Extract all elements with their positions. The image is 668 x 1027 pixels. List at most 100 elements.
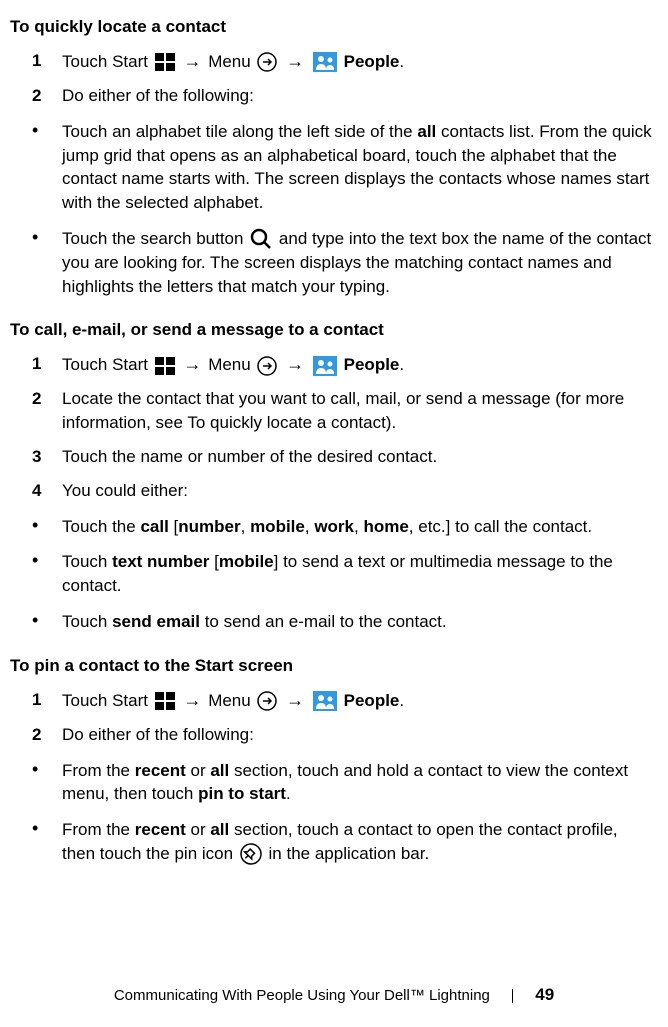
bullet-marker: • xyxy=(32,550,62,598)
bullet-content: From the recent or all section, touch a … xyxy=(62,818,653,866)
start-icon xyxy=(155,357,175,375)
footer-title: Communicating With People Using Your Del… xyxy=(114,987,490,1004)
step-2-4: 4 You could either: xyxy=(32,479,653,503)
text-period: . xyxy=(399,691,404,710)
step-number: 4 xyxy=(32,479,62,503)
bullet-content: From the recent or all section, touch an… xyxy=(62,759,653,807)
text: Touch Start xyxy=(62,355,153,374)
text-recent: recent xyxy=(135,820,186,839)
arrow-icon: → xyxy=(183,688,201,713)
step-3-2: 2 Do either of the following: xyxy=(32,723,653,747)
section-heading-pin: To pin a contact to the Start screen xyxy=(10,654,653,678)
text-all: all xyxy=(417,122,436,141)
step-content: Do either of the following: xyxy=(62,723,653,747)
text: Touch the xyxy=(62,517,140,536)
bullet-marker: • xyxy=(32,610,62,634)
text-pin-to-start: pin to start xyxy=(198,784,286,803)
bullet-content: Touch send email to send an e-mail to th… xyxy=(62,610,653,634)
bullet-content: Touch text number [mobile] to send a tex… xyxy=(62,550,653,598)
step-content: You could either: xyxy=(62,479,653,503)
step-2-1: 1 Touch Start → Menu → People. xyxy=(32,352,653,377)
bullet-content: Touch the search button and type into th… xyxy=(62,227,653,298)
text-call: call xyxy=(140,517,168,536)
text-number: number xyxy=(178,517,240,536)
bullet-content: Touch an alphabet tile along the left si… xyxy=(62,120,653,215)
bullet-item: • Touch an alphabet tile along the left … xyxy=(32,120,653,215)
step-content: Touch the name or number of the desired … xyxy=(62,445,653,469)
step-3-1: 1 Touch Start → Menu → People. xyxy=(32,688,653,713)
step-2-3: 3 Touch the name or number of the desire… xyxy=(32,445,653,469)
text: Menu xyxy=(208,52,255,71)
footer-divider xyxy=(512,989,513,1003)
text-all: all xyxy=(210,761,229,780)
arrow-icon: → xyxy=(286,49,304,74)
step-1-2: 2 Do either of the following: xyxy=(32,84,653,108)
section-heading-call: To call, e-mail, or send a message to a … xyxy=(10,318,653,342)
bullet-item: • From the recent or all section, touch … xyxy=(32,818,653,866)
bullet-item: • Touch the call [number, mobile, work, … xyxy=(32,515,653,539)
bullet-item: • Touch the search button and type into … xyxy=(32,227,653,298)
bullet-item: • From the recent or all section, touch … xyxy=(32,759,653,807)
step-content: Touch Start → Menu → People. xyxy=(62,688,653,713)
bullet-item: • Touch send email to send an e-mail to … xyxy=(32,610,653,634)
arrow-icon: → xyxy=(286,688,304,713)
text: or xyxy=(186,820,211,839)
bullet-marker: • xyxy=(32,818,62,866)
text-people: People xyxy=(344,691,400,710)
text: Menu xyxy=(208,691,255,710)
text: Touch xyxy=(62,612,112,631)
text: From the xyxy=(62,820,135,839)
text-all: all xyxy=(210,820,229,839)
text: Touch Start xyxy=(62,691,153,710)
text: , xyxy=(241,517,250,536)
text: in the application bar. xyxy=(269,844,430,863)
bullet-marker: • xyxy=(32,120,62,215)
bullet-item: • Touch text number [mobile] to send a t… xyxy=(32,550,653,598)
text-mobile: mobile xyxy=(219,552,274,571)
step-content: Touch Start → Menu → People. xyxy=(62,352,653,377)
text: Touch xyxy=(62,552,112,571)
step-number: 3 xyxy=(32,445,62,469)
text: . xyxy=(286,784,291,803)
arrow-icon: → xyxy=(183,49,201,74)
text: to send an e-mail to the contact. xyxy=(200,612,447,631)
step-number: 1 xyxy=(32,688,62,713)
page-number: 49 xyxy=(535,985,554,1004)
step-number: 2 xyxy=(32,387,62,435)
bullet-marker: • xyxy=(32,515,62,539)
bullet-marker: • xyxy=(32,227,62,298)
text: [ xyxy=(169,517,178,536)
text-people: People xyxy=(344,355,400,374)
text-period: . xyxy=(399,355,404,374)
people-icon xyxy=(313,356,337,376)
text: Touch Start xyxy=(62,52,153,71)
text-work: work xyxy=(314,517,354,536)
text: Menu xyxy=(208,355,255,374)
step-content: Touch Start → Menu → People. xyxy=(62,49,653,74)
step-number: 1 xyxy=(32,352,62,377)
bullet-content: Touch the call [number, mobile, work, ho… xyxy=(62,515,653,539)
text-home: home xyxy=(363,517,408,536)
arrow-icon: → xyxy=(183,352,201,377)
text-people: People xyxy=(344,52,400,71)
search-icon xyxy=(250,228,272,250)
text-period: . xyxy=(399,52,404,71)
menu-arrow-icon xyxy=(257,52,277,72)
text: , xyxy=(305,517,314,536)
page-footer: Communicating With People Using Your Del… xyxy=(0,983,668,1007)
text: Touch the search button xyxy=(62,229,248,248)
text: From the xyxy=(62,761,135,780)
text: or xyxy=(186,761,211,780)
arrow-icon: → xyxy=(286,352,304,377)
step-2-2: 2 Locate the contact that you want to ca… xyxy=(32,387,653,435)
bullet-marker: • xyxy=(32,759,62,807)
step-number: 2 xyxy=(32,84,62,108)
text-send-email: send email xyxy=(112,612,200,631)
people-icon xyxy=(313,52,337,72)
start-icon xyxy=(155,692,175,710)
section-heading-locate: To quickly locate a contact xyxy=(10,15,653,39)
text: , etc.] to call the contact. xyxy=(409,517,592,536)
menu-arrow-icon xyxy=(257,356,277,376)
text-text-number: text number xyxy=(112,552,209,571)
start-icon xyxy=(155,53,175,71)
